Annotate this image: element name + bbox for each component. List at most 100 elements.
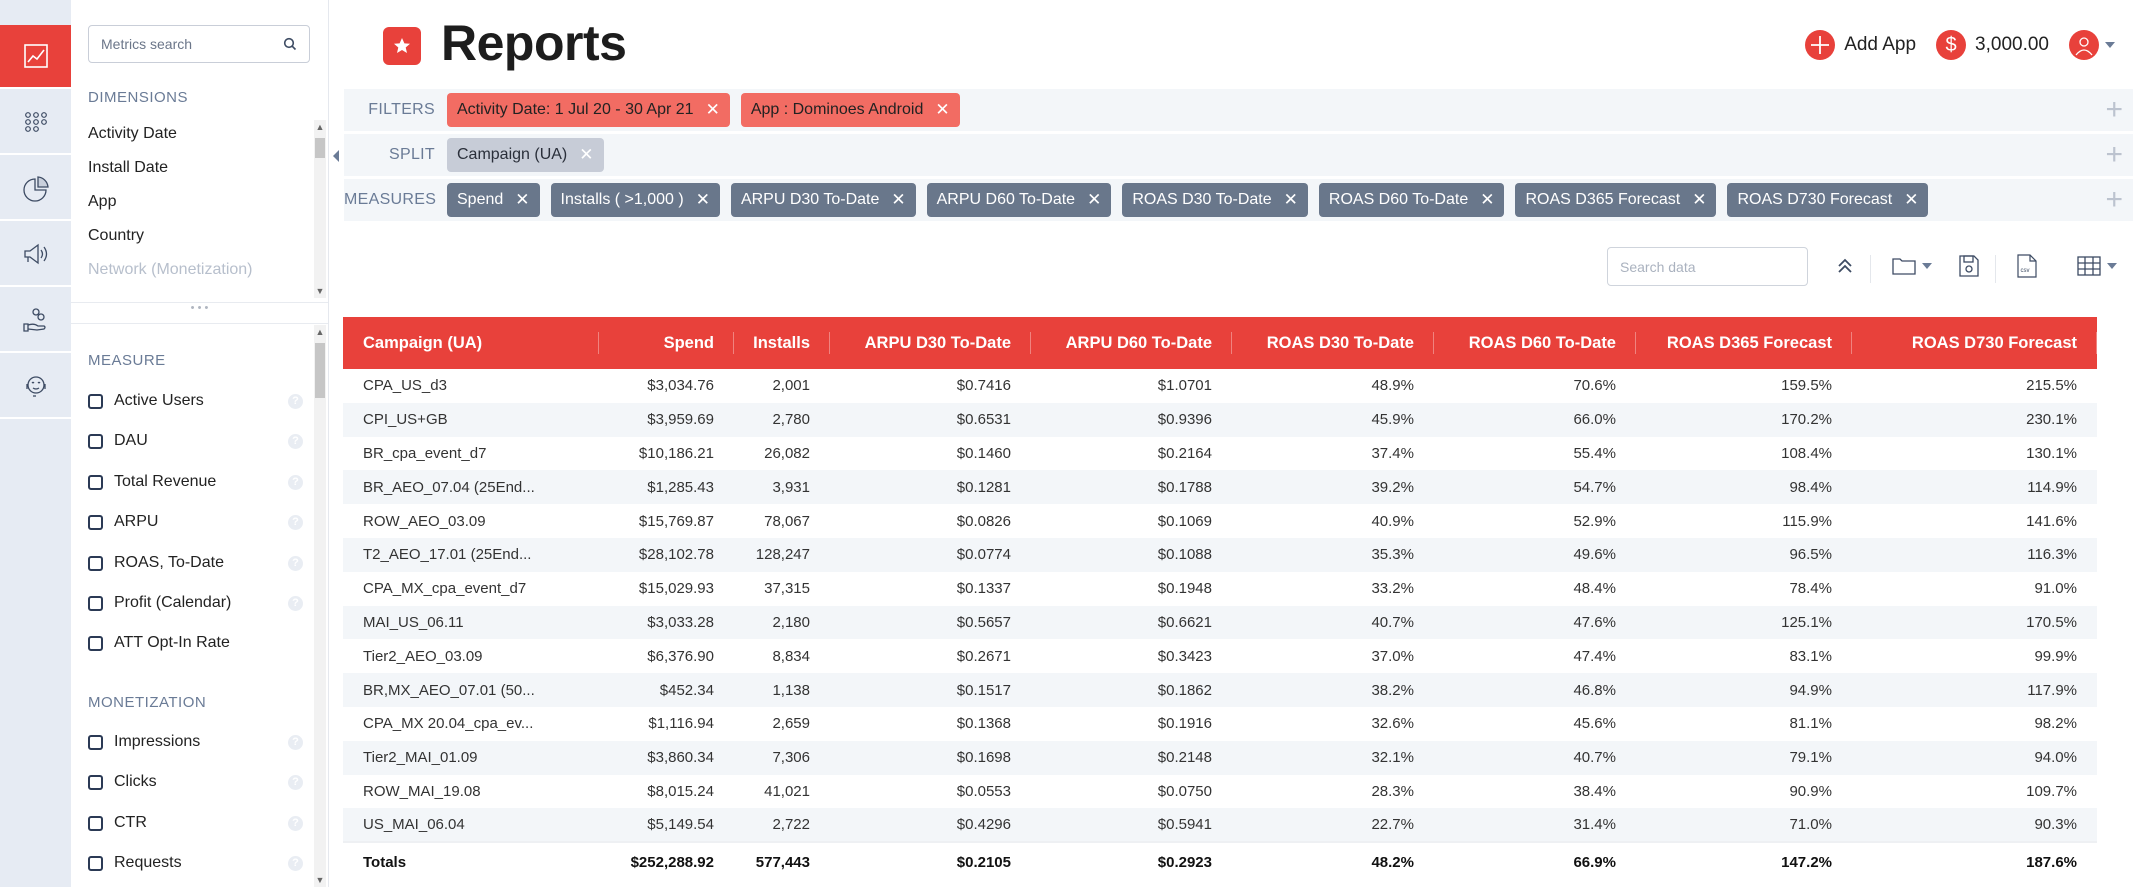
monetization-checkbox-item[interactable]: CTR? bbox=[88, 814, 303, 832]
help-icon[interactable]: ? bbox=[288, 734, 303, 750]
remove-chip-icon[interactable]: ✕ bbox=[1087, 190, 1101, 210]
checkbox[interactable] bbox=[88, 555, 103, 571]
monetization-checkbox-item[interactable]: Clicks? bbox=[88, 773, 303, 791]
scroll-down-arrow[interactable]: ▼ bbox=[314, 286, 326, 296]
column-header[interactable]: ROAS D60 To-Date bbox=[1434, 317, 1636, 369]
checkbox[interactable] bbox=[88, 514, 103, 530]
dimension-item[interactable]: Country bbox=[88, 227, 144, 245]
checkbox[interactable] bbox=[88, 855, 103, 871]
metrics-search-input[interactable] bbox=[101, 36, 283, 52]
search-data-input[interactable] bbox=[1607, 247, 1808, 286]
measure-chip[interactable]: ROAS D30 To-Date ✕ bbox=[1122, 183, 1308, 217]
help-icon[interactable]: ? bbox=[288, 555, 303, 571]
help-icon[interactable]: ? bbox=[288, 474, 303, 490]
measure-checkbox-item[interactable]: ROAS, To-Date? bbox=[88, 554, 303, 572]
csv-export-icon[interactable]: csv bbox=[2017, 252, 2037, 280]
table-row[interactable]: Tier2_MAI_01.09 $3,860.34 7,306 $0.1698 $0.2… bbox=[343, 740, 2097, 775]
rail-item-support[interactable] bbox=[0, 355, 71, 419]
add-split-icon[interactable]: + bbox=[2105, 140, 2123, 170]
column-header[interactable]: Spend bbox=[599, 317, 734, 369]
remove-chip-icon[interactable]: ✕ bbox=[891, 190, 905, 210]
collapse-sidebar-arrow-icon[interactable] bbox=[333, 150, 339, 162]
measure-checkbox-item[interactable]: DAU? bbox=[88, 432, 303, 450]
scroll-up-arrow[interactable]: ▲ bbox=[314, 327, 326, 337]
table-row[interactable]: CPA_MX 20.04_cpa_ev... $1,116.94 2,659 $0.1… bbox=[343, 707, 2097, 741]
checkbox[interactable] bbox=[88, 474, 103, 490]
measure-chip[interactable]: Spend ✕ bbox=[447, 183, 540, 217]
help-icon[interactable]: ? bbox=[288, 855, 303, 871]
checkbox[interactable] bbox=[88, 635, 103, 651]
add-app-button[interactable]: Add App bbox=[1844, 34, 1916, 56]
table-row[interactable]: T2_AEO_17.01 (25End... $28,102.78 128,247 $… bbox=[343, 537, 2097, 572]
scroll-down-arrow[interactable]: ▼ bbox=[314, 875, 326, 885]
measure-checkbox-item[interactable]: Total Revenue? bbox=[88, 473, 303, 491]
rail-item-monetization[interactable] bbox=[0, 289, 71, 353]
remove-chip-icon[interactable]: ✕ bbox=[579, 145, 593, 165]
scroll-thumb[interactable] bbox=[315, 138, 325, 158]
column-resize-handle[interactable] bbox=[2096, 332, 2097, 354]
remove-chip-icon[interactable]: ✕ bbox=[935, 100, 949, 120]
table-row[interactable]: ROW_AEO_03.09 $15,769.87 78,067 $0.0826 $0.1… bbox=[343, 504, 2097, 538]
filter-chip[interactable]: Activity Date: 1 Jul 20 - 30 Apr 21 ✕ bbox=[447, 93, 730, 127]
monetization-checkbox-item[interactable]: Impressions? bbox=[88, 733, 303, 751]
measure-checkbox-item[interactable]: ARPU? bbox=[88, 513, 303, 531]
folder-dropdown-button[interactable] bbox=[1892, 252, 1932, 280]
dimension-item[interactable]: App bbox=[88, 193, 116, 211]
table-row[interactable]: BR_AEO_07.04 (25End... $1,285.43 3,931 $0.1… bbox=[343, 470, 2097, 505]
column-header[interactable]: ARPU D60 To-Date bbox=[1031, 317, 1232, 369]
checkbox[interactable] bbox=[88, 393, 103, 409]
scroll-up-arrow[interactable]: ▲ bbox=[314, 122, 326, 132]
checkbox[interactable] bbox=[88, 433, 103, 449]
dimensions-scrollbar[interactable]: ▲ ▼ bbox=[314, 120, 326, 298]
add-filter-icon[interactable]: + bbox=[2105, 95, 2123, 125]
table-row[interactable]: CPA_US_d3 $3,034.76 2,001 $0.7416 $1.0701 48.… bbox=[343, 369, 2097, 403]
monetization-checkbox-item[interactable]: Requests? bbox=[88, 854, 303, 872]
table-row[interactable]: US_MAI_06.04 $5,149.54 2,722 $0.4296 $0.5941… bbox=[343, 808, 2097, 843]
remove-chip-icon[interactable]: ✕ bbox=[1692, 190, 1706, 210]
add-measure-icon[interactable]: + bbox=[2105, 185, 2123, 215]
checkbox[interactable] bbox=[88, 815, 103, 831]
remove-chip-icon[interactable]: ✕ bbox=[515, 190, 529, 210]
save-icon[interactable] bbox=[1959, 252, 1979, 280]
table-row[interactable]: BR_cpa_event_d7 $10,186.21 26,082 $0.1460 $0… bbox=[343, 437, 2097, 471]
measure-chip[interactable]: ROAS D365 Forecast ✕ bbox=[1515, 183, 1717, 217]
help-icon[interactable]: ? bbox=[288, 815, 303, 831]
measure-chip[interactable]: ROAS D60 To-Date ✕ bbox=[1318, 183, 1505, 217]
rail-item-reports[interactable] bbox=[0, 25, 71, 89]
user-menu-caret-icon[interactable] bbox=[2105, 42, 2115, 48]
help-icon[interactable]: ? bbox=[288, 433, 303, 449]
column-header[interactable]: ROAS D730 Forecast bbox=[1852, 317, 2097, 369]
column-header[interactable]: Campaign (UA) bbox=[343, 317, 599, 369]
column-header[interactable]: ARPU D30 To-Date bbox=[830, 317, 1031, 369]
table-row[interactable]: MAI_US_06.11 $3,033.28 2,180 $0.5657 $0.6621… bbox=[343, 605, 2097, 640]
add-app-icon[interactable] bbox=[1805, 30, 1836, 60]
measures-scrollbar[interactable]: ▲ ▼ bbox=[314, 325, 326, 887]
search-icon[interactable] bbox=[283, 37, 297, 51]
column-header[interactable]: ROAS D30 To-Date bbox=[1232, 317, 1434, 369]
checkbox[interactable] bbox=[88, 734, 103, 750]
remove-chip-icon[interactable]: ✕ bbox=[1480, 190, 1494, 210]
user-avatar-icon[interactable] bbox=[2069, 30, 2099, 60]
table-row[interactable]: Tier2_AEO_03.09 $6,376.90 8,834 $0.2671 $0.3… bbox=[343, 639, 2097, 673]
help-icon[interactable]: ? bbox=[288, 393, 303, 409]
dimension-item[interactable]: Network (Monetization) bbox=[88, 261, 253, 279]
rail-item-campaigns[interactable] bbox=[0, 223, 71, 287]
help-icon[interactable]: ? bbox=[288, 774, 303, 790]
measure-chip[interactable]: ROAS D730 Forecast ✕ bbox=[1727, 183, 1929, 217]
metrics-search-box[interactable] bbox=[88, 25, 310, 63]
column-header[interactable]: Installs bbox=[734, 317, 830, 369]
table-row[interactable]: CPI_US+GB $3,959.69 2,780 $0.6531 $0.9396 45.… bbox=[343, 402, 2097, 437]
table-row[interactable]: ROW_MAI_19.08 $8,015.24 41,021 $0.0553 $0.07… bbox=[343, 775, 2097, 809]
remove-chip-icon[interactable]: ✕ bbox=[1904, 190, 1918, 210]
measure-checkbox-item[interactable]: ATT Opt-In Rate bbox=[88, 634, 303, 652]
measure-checkbox-item[interactable]: Active Users? bbox=[88, 392, 303, 410]
measure-checkbox-item[interactable]: Profit (Calendar)? bbox=[88, 594, 303, 612]
measure-chip[interactable]: ARPU D30 To-Date ✕ bbox=[730, 183, 916, 217]
table-row[interactable]: BR,MX_AEO_07.01 (50... $452.34 1,138 $0.151… bbox=[343, 673, 2097, 707]
collapse-up-icon[interactable] bbox=[1836, 252, 1854, 280]
checkbox[interactable] bbox=[88, 595, 103, 611]
rail-item-apps[interactable] bbox=[0, 91, 71, 155]
column-header[interactable]: ROAS D365 Forecast bbox=[1636, 317, 1852, 369]
table-view-dropdown-button[interactable] bbox=[2077, 252, 2117, 280]
remove-chip-icon[interactable]: ✕ bbox=[1284, 190, 1298, 210]
